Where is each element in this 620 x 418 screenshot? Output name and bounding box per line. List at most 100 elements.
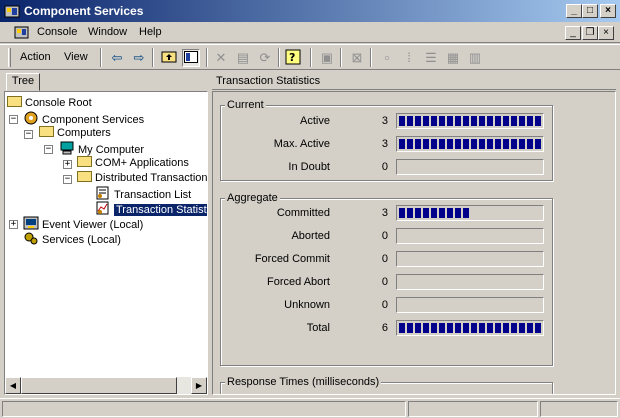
stat-label-committed: Committed bbox=[276, 207, 330, 219]
stat-label-active: Active bbox=[300, 115, 330, 127]
computer-icon bbox=[59, 141, 75, 155]
expand-icon[interactable]: + bbox=[63, 160, 72, 169]
stat-label-aborted: Aborted bbox=[291, 230, 330, 242]
tree-node-computers[interactable]: Computers bbox=[39, 126, 111, 141]
collapse-icon[interactable]: − bbox=[44, 145, 53, 154]
stat-bar-fill-max-active bbox=[399, 139, 541, 149]
toolbar-grip[interactable] bbox=[8, 48, 11, 67]
stat-value-total: 6 bbox=[381, 322, 388, 334]
collapse-icon[interactable]: − bbox=[9, 115, 18, 124]
stat-bar-unknown bbox=[396, 297, 544, 313]
aggregate-group-title: Aggregate bbox=[225, 192, 280, 204]
tree-node-event-viewer[interactable]: Event Viewer (Local) bbox=[23, 216, 143, 231]
toolbar-separator bbox=[206, 48, 208, 67]
console-menu-icon[interactable] bbox=[14, 25, 30, 41]
tree-node-services[interactable]: Services (Local) bbox=[23, 231, 121, 246]
stat-bar-fill-total bbox=[399, 323, 541, 333]
back-arrow-icon[interactable]: ⇦ bbox=[108, 49, 126, 67]
tree-node-my-computer[interactable]: My Computer bbox=[59, 141, 144, 156]
stat-bar-total bbox=[396, 320, 544, 336]
expand-icon[interactable]: + bbox=[9, 220, 18, 229]
list-view-icon[interactable]: ☰ bbox=[422, 49, 440, 67]
detail-view-icon[interactable]: ▦ bbox=[444, 49, 462, 67]
status-panel-2 bbox=[408, 401, 538, 417]
large-icons-icon[interactable]: ▫ bbox=[378, 49, 396, 67]
stat-bar-fill-committed bbox=[399, 208, 470, 218]
delete-icon[interactable]: ✕ bbox=[212, 49, 230, 67]
tree-node-transaction-statistics[interactable]: Transaction Statistics bbox=[95, 201, 207, 217]
stat-value-max-active: 3 bbox=[381, 138, 388, 150]
forward-arrow-icon[interactable]: ⇨ bbox=[130, 49, 148, 67]
properties-icon[interactable]: ▤ bbox=[234, 49, 252, 67]
status-bar bbox=[0, 398, 620, 418]
stat-value-in-doubt: 0 bbox=[381, 161, 388, 173]
new-window-icon[interactable]: ▣ bbox=[318, 49, 336, 67]
scroll-thumb[interactable] bbox=[21, 377, 177, 394]
mdi-close-button[interactable]: × bbox=[598, 26, 614, 40]
right-pane-header: Transaction Statistics bbox=[212, 72, 616, 90]
stat-label-in-doubt: In Doubt bbox=[288, 161, 330, 173]
export-list-icon[interactable]: ⊠ bbox=[348, 49, 366, 67]
stat-label-forced-commit: Forced Commit bbox=[254, 253, 330, 265]
stat-value-forced-commit: 0 bbox=[381, 253, 388, 265]
menu-help[interactable]: Help bbox=[139, 26, 162, 38]
stat-label-total: Total bbox=[306, 322, 330, 334]
response-times-group: Response Times (milliseconds) bbox=[220, 376, 553, 394]
refresh-icon[interactable]: ⟳ bbox=[256, 49, 274, 67]
mdi-minimize-button[interactable]: _ bbox=[565, 26, 581, 40]
minimize-button[interactable]: _ bbox=[566, 4, 582, 18]
stat-bar-forced-abort bbox=[396, 274, 544, 290]
scroll-right-button[interactable]: ▶ bbox=[191, 377, 207, 394]
event-viewer-icon bbox=[23, 216, 39, 230]
toolbar-separator bbox=[310, 48, 312, 67]
stat-label-forced-abort: Forced Abort bbox=[267, 276, 330, 288]
scroll-left-button[interactable]: ◀ bbox=[5, 377, 21, 394]
tree-pane[interactable]: Console Root − Component Services − Comp… bbox=[4, 91, 208, 395]
response-times-group-title: Response Times (milliseconds) bbox=[225, 376, 382, 388]
collapse-icon[interactable]: − bbox=[24, 130, 33, 139]
toolbar-separator bbox=[100, 48, 102, 67]
toolbar-separator bbox=[340, 48, 342, 67]
services-gear-icon bbox=[23, 231, 39, 245]
tab-tree[interactable]: Tree bbox=[6, 73, 40, 91]
tree-node-console-root[interactable]: Console Root bbox=[7, 96, 92, 111]
tree-node-com-applications[interactable]: COM+ Applications bbox=[77, 156, 189, 171]
toolbar: Action View ⇦ ⇨ ✕ ▤ ⟳ ? ▣ ⊠ ▫ ⁞ ☰ ▦ ▥ bbox=[0, 44, 620, 70]
mdi-restore-button[interactable]: ❐ bbox=[582, 26, 598, 40]
stat-bar-max-active bbox=[396, 136, 544, 152]
collapse-icon[interactable]: − bbox=[63, 175, 72, 184]
transaction-list-icon bbox=[95, 186, 111, 200]
help-icon[interactable]: ? bbox=[284, 49, 302, 67]
filter-icon[interactable]: ▥ bbox=[466, 49, 484, 67]
tree-horizontal-scrollbar[interactable]: ◀ ▶ bbox=[5, 377, 207, 394]
component-services-icon bbox=[23, 111, 39, 125]
menu-console[interactable]: Console bbox=[37, 26, 77, 38]
stat-bar-forced-commit bbox=[396, 251, 544, 267]
tree-node-component-services[interactable]: Component Services bbox=[23, 111, 144, 126]
up-folder-icon[interactable] bbox=[160, 49, 178, 67]
menu-window[interactable]: Window bbox=[88, 26, 127, 38]
tree-node-transaction-list[interactable]: Transaction List bbox=[95, 186, 191, 201]
stat-value-unknown: 0 bbox=[381, 299, 388, 311]
small-icons-icon[interactable]: ⁞ bbox=[400, 49, 418, 67]
stat-value-aborted: 0 bbox=[381, 230, 388, 242]
component-services-app-icon bbox=[4, 3, 20, 19]
stat-value-committed: 3 bbox=[381, 207, 388, 219]
svg-text:?: ? bbox=[289, 51, 295, 64]
tree-node-distributed-transaction-coordinator[interactable]: Distributed Transaction Coordinator bbox=[77, 171, 207, 186]
title-bar[interactable]: Component Services _ □ × bbox=[0, 0, 620, 22]
maximize-button[interactable]: □ bbox=[582, 4, 598, 18]
folder-icon bbox=[39, 126, 54, 137]
folder-icon bbox=[77, 156, 92, 167]
right-pane-title: Transaction Statistics bbox=[216, 75, 321, 87]
folder-icon bbox=[77, 171, 92, 182]
action-menu[interactable]: Action bbox=[20, 51, 51, 63]
toolbar-separator bbox=[278, 48, 280, 67]
statistics-pane: Current Aggregate Response Times (millis… bbox=[212, 91, 616, 395]
status-panel-3 bbox=[540, 401, 618, 417]
show-hide-tree-icon[interactable] bbox=[182, 49, 200, 67]
close-button[interactable]: × bbox=[600, 4, 616, 18]
view-menu[interactable]: View bbox=[64, 51, 88, 63]
stat-bar-in-doubt bbox=[396, 159, 544, 175]
status-panel-main bbox=[2, 401, 406, 417]
